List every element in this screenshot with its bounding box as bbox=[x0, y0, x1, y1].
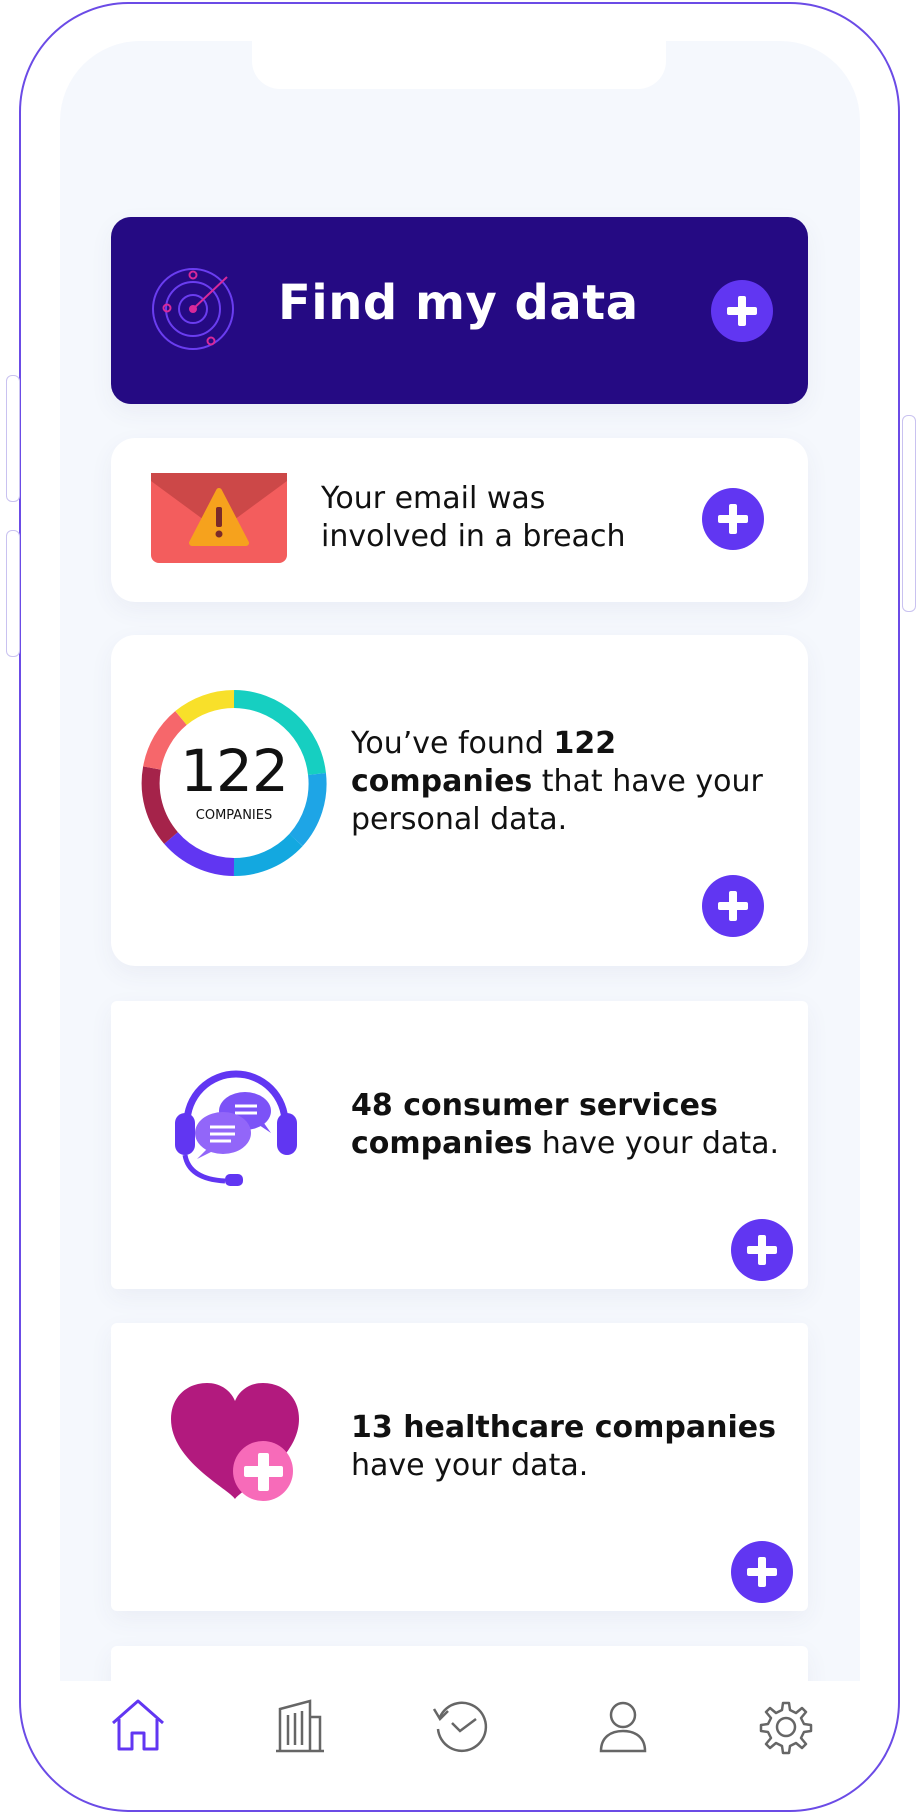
breach-add-button[interactable] bbox=[702, 488, 764, 550]
bottom-tab-bar bbox=[60, 1681, 860, 1781]
next-card-partial bbox=[111, 1646, 808, 1681]
healthcare-add-button[interactable] bbox=[731, 1541, 793, 1603]
breach-line-1: Your email was bbox=[321, 481, 546, 516]
headset-chat-icon bbox=[175, 1070, 297, 1186]
summary-text-a: You’ve found bbox=[351, 726, 554, 761]
summary-count: 122 bbox=[553, 726, 617, 761]
healthcare-text: 13 healthcare companies have your data. bbox=[351, 1409, 801, 1485]
app-screen: Find my data Your email was involved in … bbox=[60, 41, 860, 1681]
find-data-add-button[interactable] bbox=[711, 280, 773, 342]
home-icon bbox=[112, 1699, 164, 1751]
phone-side-button bbox=[6, 530, 20, 657]
summary-text-e: personal data. bbox=[351, 802, 568, 837]
consumer-services-count: 48 consumer services bbox=[351, 1088, 718, 1123]
tab-settings[interactable] bbox=[756, 1695, 816, 1755]
breach-line-2: involved in a breach bbox=[321, 519, 626, 554]
phone-side-button bbox=[902, 415, 916, 612]
email-warning-icon bbox=[151, 473, 287, 563]
profile-icon bbox=[599, 1701, 647, 1753]
hero-title: Find my data bbox=[278, 275, 639, 331]
healthcare-card[interactable]: 13 healthcare companies have your data. bbox=[111, 1323, 808, 1611]
summary-companies: companies bbox=[351, 764, 533, 799]
tab-history[interactable] bbox=[430, 1695, 490, 1755]
tab-profile[interactable] bbox=[593, 1695, 653, 1755]
companies-summary-text: You’ve found 122 companies that have you… bbox=[351, 725, 791, 839]
consumer-services-companies: companies bbox=[351, 1126, 533, 1161]
tab-companies[interactable] bbox=[270, 1695, 330, 1755]
find-my-data-card[interactable]: Find my data bbox=[111, 217, 808, 404]
tab-home[interactable] bbox=[108, 1695, 168, 1755]
email-breach-card[interactable]: Your email was involved in a breach bbox=[111, 438, 808, 602]
breach-message: Your email was involved in a breach bbox=[321, 480, 625, 556]
healthcare-rest: have your data. bbox=[351, 1448, 589, 1483]
radar-icon bbox=[152, 268, 234, 350]
donut-label: COMPANIES bbox=[195, 808, 273, 823]
consumer-services-card[interactable]: 48 consumer services companies have your… bbox=[111, 1001, 808, 1289]
companies-summary-card[interactable]: 122 COMPANIES You’ve found 122 companies… bbox=[111, 635, 808, 966]
phone-side-button bbox=[6, 375, 20, 502]
donut-number: 122 bbox=[180, 737, 289, 805]
healthcare-count: 13 healthcare companies bbox=[351, 1410, 776, 1445]
consumer-services-add-button[interactable] bbox=[731, 1219, 793, 1281]
companies-add-button[interactable] bbox=[702, 875, 764, 937]
consumer-services-rest: have your data. bbox=[532, 1126, 780, 1161]
building-icon bbox=[276, 1699, 324, 1753]
history-icon bbox=[432, 1701, 488, 1753]
heart-plus-icon bbox=[171, 1383, 299, 1501]
phone-notch bbox=[252, 41, 666, 89]
consumer-services-text: 48 consumer services companies have your… bbox=[351, 1087, 801, 1163]
settings-icon bbox=[759, 1701, 813, 1755]
summary-text-d: that have your bbox=[532, 764, 763, 799]
